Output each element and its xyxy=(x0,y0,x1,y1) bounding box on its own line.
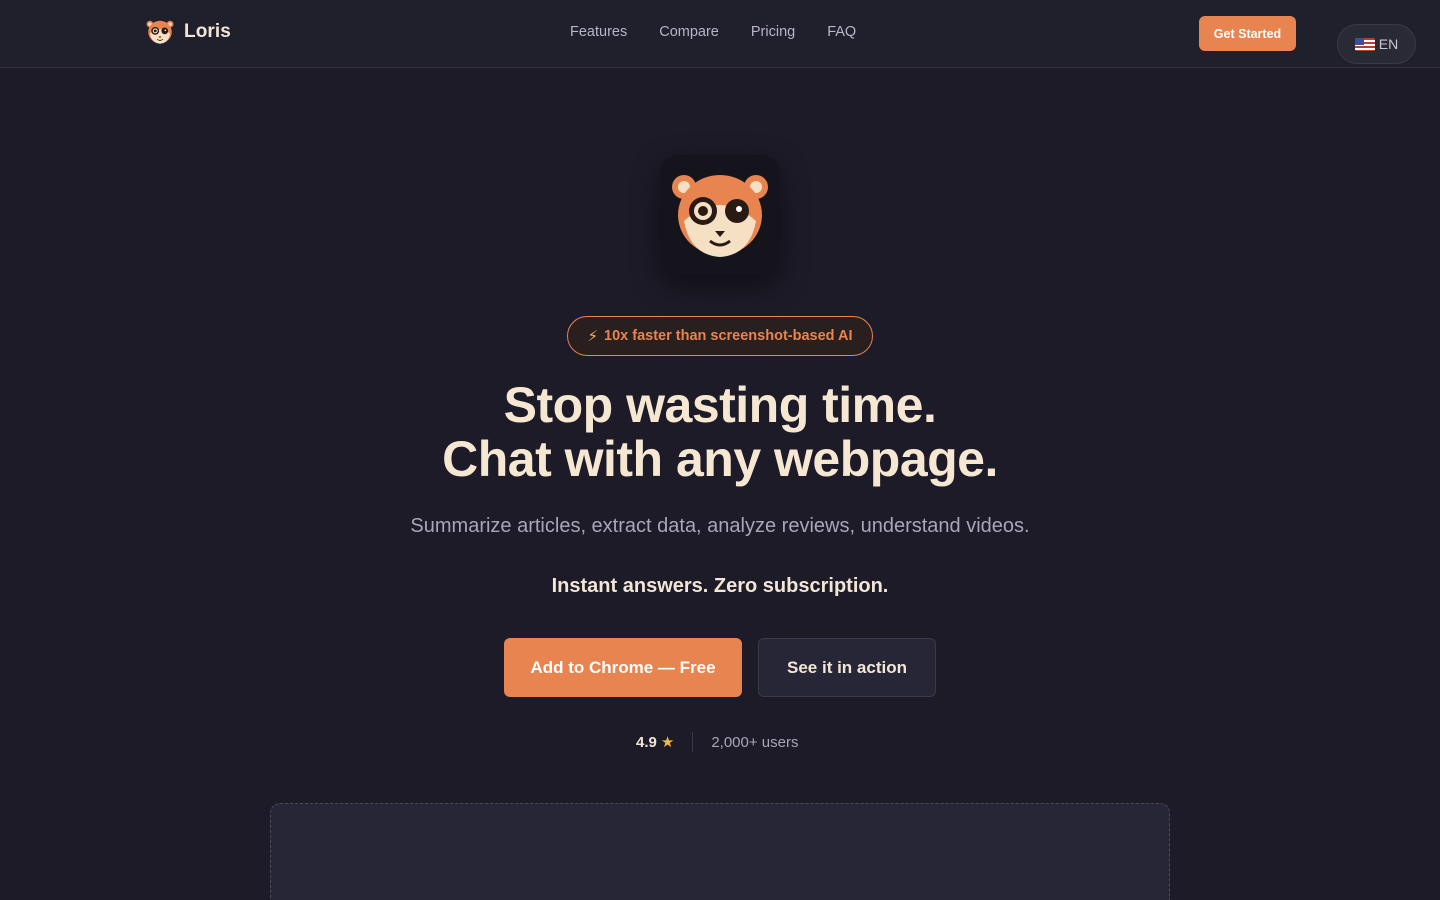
get-started-button[interactable]: Get Started xyxy=(1199,16,1296,51)
brand-logo-link[interactable]: Loris xyxy=(146,19,231,45)
headline-line-2: Chat with any webpage. xyxy=(442,431,998,487)
lemur-face-icon xyxy=(672,175,768,257)
lemur-face-icon xyxy=(146,20,174,44)
top-navbar: Loris Features Compare Pricing FAQ Get S… xyxy=(0,0,1440,68)
rating-value: 4.9 xyxy=(636,733,657,751)
nav-link-faq[interactable]: FAQ xyxy=(827,24,856,40)
divider xyxy=(692,732,694,752)
app-logo-tile xyxy=(660,155,780,275)
language-selector[interactable]: EN xyxy=(1337,24,1416,64)
speed-badge-text: 10x faster than screenshot-based AI xyxy=(604,328,853,344)
see-in-action-button[interactable]: See it in action xyxy=(758,638,936,697)
hero-headline: Stop wasting time. Chat with any webpage… xyxy=(0,378,1440,486)
us-flag-icon xyxy=(1354,37,1375,51)
hero-subtitle-strong: Instant answers. Zero subscription. xyxy=(551,575,889,597)
headline-line-1: Stop wasting time. xyxy=(503,377,937,433)
star-icon: ★ xyxy=(660,734,675,751)
language-code: EN xyxy=(1378,36,1399,52)
speed-badge: ⚡ 10x faster than screenshot-based AI xyxy=(567,316,873,356)
add-to-chrome-button[interactable]: Add to Chrome — Free xyxy=(504,638,742,697)
nav-link-features[interactable]: Features xyxy=(570,24,627,40)
lightning-icon: ⚡ xyxy=(587,328,599,345)
brand-name: Loris xyxy=(184,21,231,42)
main-nav: Features Compare Pricing FAQ xyxy=(570,24,856,40)
demo-preview-placeholder xyxy=(270,803,1170,900)
social-proof: 4.9 ★ 2,000+ users xyxy=(636,732,798,752)
hero-subtitle: Summarize articles, extract data, analyz… xyxy=(410,515,1030,537)
nav-link-compare[interactable]: Compare xyxy=(659,24,719,40)
nav-link-pricing[interactable]: Pricing xyxy=(751,24,795,40)
user-count: 2,000+ users xyxy=(711,733,799,751)
